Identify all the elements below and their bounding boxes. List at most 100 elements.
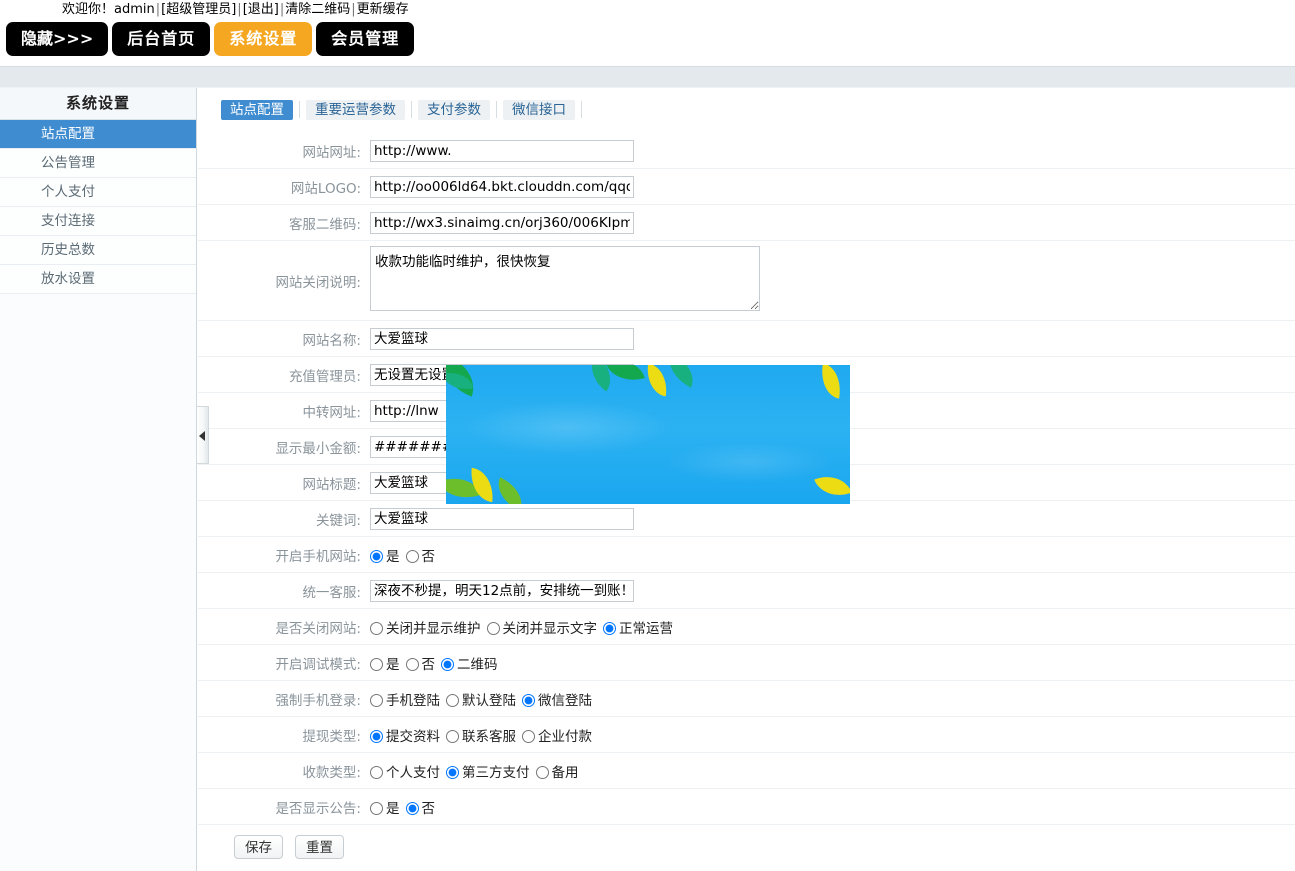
debug-mode-radio-no[interactable]: [406, 658, 419, 671]
logout-link[interactable]: [退出]: [243, 2, 279, 17]
debug-mode-label-yes: 是: [386, 657, 404, 673]
close-site-label-normal: 正常运营: [619, 621, 677, 637]
close-site-option-text[interactable]: 关闭并显示文字: [487, 617, 602, 637]
close-site-radio-normal[interactable]: [603, 622, 616, 635]
save-button[interactable]: 保存: [234, 835, 283, 859]
debug-mode-label-no: 否: [422, 657, 440, 673]
tab-payment-params[interactable]: 支付参数: [418, 100, 490, 120]
form-row-close-site: 是否关闭网站: 关闭并显示维护关闭并显示文字正常运营: [198, 609, 1295, 645]
nav-button-member-management[interactable]: 会员管理: [316, 22, 414, 56]
label-site-logo: 网站LOGO:: [198, 177, 370, 197]
nav-underbar: [0, 66, 1295, 88]
tab-key-operation-params[interactable]: 重要运营参数: [306, 100, 405, 120]
force-mobile-login-option-default[interactable]: 默认登陆: [446, 689, 520, 709]
withdraw-type-label-submit-info: 提交资料: [386, 729, 444, 745]
tab-wechat-interface[interactable]: 微信接口: [503, 100, 575, 120]
sidebar-item-water-settings[interactable]: 放水设置: [0, 265, 196, 294]
collect-type-option-personal[interactable]: 个人支付: [370, 761, 444, 781]
force-mobile-login-option-wechat[interactable]: 微信登陆: [522, 689, 596, 709]
mobile-site-option-yes[interactable]: 是: [370, 545, 404, 565]
force-mobile-login-option-mobile[interactable]: 手机登陆: [370, 689, 444, 709]
sidebar-item-site-config[interactable]: 站点配置: [0, 120, 196, 149]
collect-type-radio-personal[interactable]: [370, 766, 383, 779]
clear-qrcode-link[interactable]: 清除二维码: [285, 2, 350, 17]
close-site-radio-maintenance[interactable]: [370, 622, 383, 635]
sidebar-list: 站点配置 公告管理 个人支付 支付连接 历史总数 放水设置: [0, 120, 196, 294]
withdraw-type-option-enterprise-pay[interactable]: 企业付款: [522, 725, 596, 745]
sidebar-collapse-handle[interactable]: [197, 406, 209, 464]
reset-button[interactable]: 重置: [295, 835, 344, 859]
leaf-decoration-icon: [605, 365, 645, 387]
mobile-site-radio-yes[interactable]: [370, 550, 383, 563]
collect-type-radio-backup[interactable]: [536, 766, 549, 779]
close-note-textarea[interactable]: 收款功能临时维护，很快恢复: [370, 246, 760, 311]
withdraw-type-option-submit-info[interactable]: 提交资料: [370, 725, 444, 745]
refresh-cache-link[interactable]: 更新缓存: [357, 2, 409, 17]
show-notice-option-yes[interactable]: 是: [370, 797, 404, 817]
service-qrcode-input[interactable]: [370, 212, 634, 234]
role-text: [超级管理员]: [161, 2, 236, 17]
label-show-notice: 是否显示公告:: [198, 797, 370, 817]
debug-mode-option-qrcode[interactable]: 二维码: [441, 653, 502, 673]
mobile-site-label-no: 否: [422, 549, 440, 565]
force-mobile-login-radio-default[interactable]: [446, 694, 459, 707]
debug-mode-radio-qrcode[interactable]: [441, 658, 454, 671]
force-mobile-login-radio-group: 手机登陆 默认登陆微信登陆: [370, 689, 598, 709]
tab-site-config[interactable]: 站点配置: [221, 100, 293, 120]
sidebar-item-notice-management[interactable]: 公告管理: [0, 149, 196, 178]
close-site-radio-text[interactable]: [487, 622, 500, 635]
form-row-close-note: 网站关闭说明: 收款功能临时维护，很快恢复: [198, 241, 1295, 321]
sidebar-item-payment-link[interactable]: 支付连接: [0, 207, 196, 236]
debug-mode-option-no[interactable]: 否: [406, 653, 440, 673]
form-row-debug-mode: 开启调试模式: 是否二维码: [198, 645, 1295, 681]
collect-type-radio-third-party[interactable]: [446, 766, 459, 779]
username-text: admin: [114, 2, 155, 17]
force-mobile-login-radio-wechat[interactable]: [522, 694, 535, 707]
collect-type-label-backup: 备用: [552, 765, 583, 781]
mobile-site-radio-no[interactable]: [406, 550, 419, 563]
mobile-site-option-no[interactable]: 否: [406, 545, 440, 565]
welcome-text: 欢迎你！: [62, 2, 114, 17]
withdraw-type-radio-group: 提交资料 联系客服 企业付款: [370, 725, 598, 745]
label-force-mobile-login: 强制手机登录:: [198, 689, 370, 709]
nav-button-dashboard[interactable]: 后台首页: [112, 22, 210, 56]
collect-type-option-backup[interactable]: 备用: [536, 761, 583, 781]
nav-button-system-settings[interactable]: 系统设置: [214, 22, 312, 56]
show-notice-option-no[interactable]: 否: [406, 797, 440, 817]
show-notice-radio-no[interactable]: [406, 802, 419, 815]
sidebar-item-history-total[interactable]: 历史总数: [0, 236, 196, 265]
welcome-bar: 欢迎你！admin|[超级管理员]|[退出]|清除二维码|更新缓存: [0, 0, 1295, 20]
debug-mode-radio-yes[interactable]: [370, 658, 383, 671]
force-mobile-login-radio-mobile[interactable]: [370, 694, 383, 707]
close-site-option-normal[interactable]: 正常运营: [603, 617, 677, 637]
nav-button-hide[interactable]: 隐藏>>>: [6, 22, 108, 56]
show-notice-radio-yes[interactable]: [370, 802, 383, 815]
show-notice-label-yes: 是: [386, 801, 404, 817]
debug-mode-radio-group: 是 否 二维码: [370, 653, 504, 673]
form-row-unified-service: 统一客服:: [198, 573, 1295, 609]
debug-mode-option-yes[interactable]: 是: [370, 653, 404, 673]
collect-type-option-third-party[interactable]: 第三方支付: [446, 761, 534, 781]
site-logo-input[interactable]: [370, 176, 634, 198]
label-mobile-site: 开启手机网站:: [198, 545, 370, 565]
site-name-input[interactable]: [370, 328, 634, 350]
show-notice-radio-group: 是否: [370, 797, 441, 817]
debug-mode-label-qrcode: 二维码: [457, 657, 502, 673]
withdraw-type-option-contact-service[interactable]: 联系客服: [446, 725, 520, 745]
sidebar: 系统设置 站点配置 公告管理 个人支付 支付连接 历史总数 放水设置: [0, 88, 197, 871]
withdraw-type-label-contact-service: 联系客服: [462, 729, 520, 745]
site-url-input[interactable]: [370, 140, 634, 162]
withdraw-type-radio-submit-info[interactable]: [370, 730, 383, 743]
withdraw-type-radio-contact-service[interactable]: [446, 730, 459, 743]
close-site-label-text: 关闭并显示文字: [503, 621, 602, 637]
sidebar-item-personal-payment[interactable]: 个人支付: [0, 178, 196, 207]
keywords-input[interactable]: [370, 508, 634, 530]
close-site-label-maintenance: 关闭并显示维护: [386, 621, 485, 637]
close-site-option-maintenance[interactable]: 关闭并显示维护: [370, 617, 485, 637]
form-row-show-notice: 是否显示公告: 是否: [198, 789, 1295, 825]
unified-service-input[interactable]: [370, 580, 634, 602]
withdraw-type-label-enterprise-pay: 企业付款: [538, 729, 596, 745]
leaf-decoration-icon: [661, 365, 701, 388]
withdraw-type-radio-enterprise-pay[interactable]: [522, 730, 535, 743]
force-mobile-login-label-default: 默认登陆: [462, 693, 520, 709]
